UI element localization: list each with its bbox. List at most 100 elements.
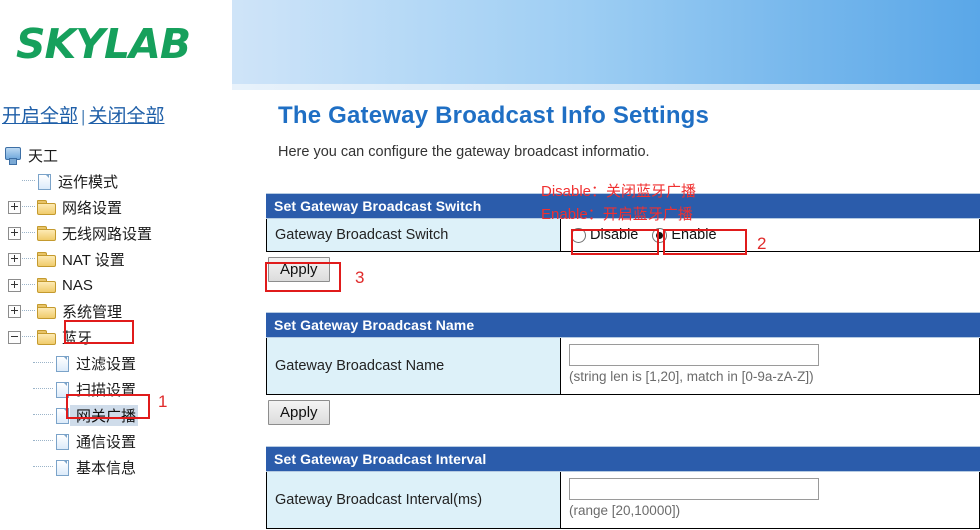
radio-option-disable[interactable]: Disable [571, 227, 638, 243]
browser-page: SKYLAB 开启全部 | 关闭全部 天工 运作模式 网络设置 无线网路设置 N… [0, 0, 980, 530]
expander-plus-icon[interactable] [8, 200, 21, 214]
radio-icon-disable[interactable] [571, 227, 586, 243]
folder-icon [37, 303, 56, 319]
annotation-enable-note: Enable：开启蓝牙广播 [541, 206, 693, 223]
tree-node-label: 蓝牙 [62, 329, 93, 347]
document-icon [55, 433, 70, 450]
folder-icon [37, 199, 56, 215]
tree-node-label: 系统管理 [62, 303, 123, 321]
section-header: Set Gateway Broadcast Interval [266, 446, 980, 472]
tree-node-label: 运作模式 [58, 173, 119, 191]
tree-node-label: NAT 设置 [62, 251, 125, 269]
annotation-number-1: 1 [158, 392, 168, 411]
skylab-logo: SKYLAB [16, 18, 226, 70]
annotation-number-3: 3 [355, 268, 365, 287]
sidebar-tree: 天工 运作模式 网络设置 无线网路设置 NAT 设置 NAS 系统管理 蓝牙 过… [0, 142, 230, 480]
sidebar-item-operation-mode[interactable]: 运作模式 [0, 168, 230, 194]
field-value: (string len is [1,20], match in [0-9a-zA… [561, 338, 979, 394]
expander-plus-icon[interactable] [8, 304, 21, 318]
tree-connector-line [22, 206, 35, 208]
page-title: The Gateway Broadcast Info Settings [278, 102, 710, 129]
sidebar-item-filter-settings[interactable]: 过滤设置 [0, 350, 230, 376]
table-row: Gateway Broadcast Name (string len is [1… [266, 338, 980, 395]
collapse-all-link[interactable]: 关闭全部 [88, 106, 164, 127]
tree-control-links: 开启全部 | 关闭全部 [2, 101, 164, 128]
broadcast-interval-input[interactable] [569, 478, 819, 500]
apply-row-switch: Apply [266, 252, 980, 288]
page-description: Here you can configure the gateway broad… [278, 144, 650, 160]
tree-node-label: 无线网路设置 [62, 225, 153, 243]
expander-minus-icon[interactable] [8, 330, 21, 344]
header-banner [232, 0, 980, 88]
tree-node-label: 基本信息 [76, 459, 137, 477]
expander-plus-icon[interactable] [8, 278, 21, 292]
main-content-header: The Gateway Broadcast Info Settings Here… [266, 96, 980, 160]
tree-connector-line [33, 414, 53, 416]
sidebar-item-communication-settings[interactable]: 通信设置 [0, 428, 230, 454]
sidebar-item-scan-settings[interactable]: 扫描设置 [0, 376, 230, 402]
logo-text: SKYLAB [16, 20, 191, 68]
tree-connector-line [33, 362, 53, 364]
folder-icon [37, 251, 56, 267]
tree-connector-line [22, 232, 35, 234]
tree-node-label-selected: 网关广播 [70, 404, 139, 426]
sidebar-item-nas[interactable]: NAS [0, 272, 230, 298]
field-hint: (range [20,10000]) [569, 503, 681, 518]
tree-connector-line [33, 388, 53, 390]
tree-connector-line [22, 258, 35, 260]
folder-icon [37, 277, 56, 293]
link-separator: | [81, 107, 86, 126]
tree-connector-line [22, 284, 35, 286]
tree-connector-line [33, 440, 53, 442]
expander-plus-icon[interactable] [8, 252, 21, 266]
tree-connector-line [22, 336, 35, 338]
section-broadcast-interval: Set Gateway Broadcast Interval Gateway B… [266, 446, 980, 529]
document-icon [55, 407, 70, 424]
section-header: Set Gateway Broadcast Name [266, 312, 980, 338]
sidebar-item-gateway-broadcast[interactable]: 网关广播 [0, 402, 230, 428]
sidebar-item-system-management[interactable]: 系统管理 [0, 298, 230, 324]
broadcast-name-input[interactable] [569, 344, 819, 366]
radio-label-disable: Disable [590, 227, 639, 243]
tree-connector-line [22, 310, 35, 312]
document-icon [55, 381, 70, 398]
sidebar-item-nat-settings[interactable]: NAT 设置 [0, 246, 230, 272]
tree-connector-line [33, 466, 53, 468]
expand-all-link[interactable]: 开启全部 [2, 106, 78, 127]
section-broadcast-name: Set Gateway Broadcast Name Gateway Broad… [266, 312, 980, 431]
expander-plus-icon[interactable] [8, 226, 21, 240]
folder-icon [37, 225, 56, 241]
tree-node-label: 过滤设置 [76, 355, 137, 373]
annotation-number-2: 2 [757, 234, 767, 253]
sidebar-item-wireless-settings[interactable]: 无线网路设置 [0, 220, 230, 246]
apply-button-switch[interactable]: Apply [268, 257, 330, 282]
tree-node-root[interactable]: 天工 [0, 142, 230, 168]
header-banner-shade [232, 84, 980, 90]
apply-button-name[interactable]: Apply [268, 400, 330, 425]
tree-connector-line [22, 180, 35, 182]
folder-icon [37, 329, 56, 345]
tree-node-label: 天工 [28, 147, 59, 165]
tree-node-label: 网络设置 [62, 199, 123, 217]
document-icon [37, 173, 52, 190]
field-value: (range [20,10000]) [561, 472, 979, 528]
apply-row-name: Apply [266, 395, 980, 431]
radio-option-enable[interactable]: Enable [652, 227, 717, 243]
field-label: Gateway Broadcast Interval(ms) [267, 472, 561, 528]
document-icon [55, 355, 70, 372]
document-icon [55, 459, 70, 476]
table-row: Gateway Broadcast Interval(ms) (range [2… [266, 472, 980, 529]
sidebar-item-basic-info[interactable]: 基本信息 [0, 454, 230, 480]
field-hint: (string len is [1,20], match in [0-9a-zA… [569, 369, 814, 384]
computer-icon [4, 146, 22, 165]
tree-node-label: NAS [62, 276, 93, 294]
field-label: Gateway Broadcast Switch [267, 219, 561, 251]
annotation-disable-note: Disable：关闭蓝牙广播 [541, 183, 697, 200]
tree-node-label: 通信设置 [76, 433, 137, 451]
field-label: Gateway Broadcast Name [267, 338, 561, 394]
tree-node-label: 扫描设置 [76, 381, 137, 399]
radio-icon-enable[interactable] [652, 227, 668, 243]
radio-label-enable: Enable [671, 227, 717, 243]
sidebar-item-network-settings[interactable]: 网络设置 [0, 194, 230, 220]
sidebar-item-bluetooth[interactable]: 蓝牙 [0, 324, 230, 350]
